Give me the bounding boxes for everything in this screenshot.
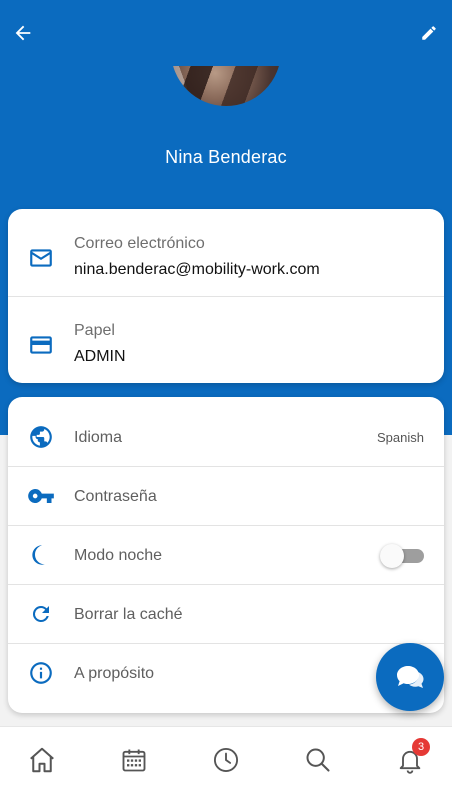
user-name: Nina Benderac: [165, 147, 287, 167]
envelope-icon: [26, 243, 56, 273]
nav-calendar[interactable]: [118, 744, 150, 776]
password-label: Contraseña: [74, 488, 157, 505]
notification-badge: 3: [412, 738, 430, 756]
clear-cache-row[interactable]: Borrar la caché: [8, 585, 444, 644]
clock-icon: [213, 747, 239, 773]
refresh-icon: [26, 599, 56, 629]
clear-cache-label: Borrar la caché: [74, 606, 183, 623]
pencil-icon: [422, 26, 436, 40]
chat-button[interactable]: [376, 643, 444, 711]
role-value: ADMIN: [74, 348, 126, 365]
back-button[interactable]: [8, 18, 38, 48]
language-label: Idioma: [74, 429, 123, 446]
email-label: Correo electrónico: [74, 235, 205, 252]
nav-history[interactable]: [210, 744, 242, 776]
password-row[interactable]: Contraseña: [8, 467, 444, 526]
role-row: Papel ADMIN: [8, 296, 444, 383]
about-label: A propósito: [74, 665, 155, 682]
night-mode-toggle[interactable]: [380, 544, 424, 568]
role-label: Papel: [74, 322, 115, 339]
arrow-left-icon: [15, 25, 31, 41]
moon-icon: [26, 540, 56, 570]
home-icon: [30, 747, 54, 773]
globe-icon: [26, 422, 56, 452]
bottom-navigation: 3: [0, 726, 452, 791]
info-icon: [26, 658, 56, 688]
avatar: [171, 66, 281, 106]
key-icon: [26, 481, 56, 511]
nav-home[interactable]: [26, 744, 58, 776]
nav-search[interactable]: [302, 744, 334, 776]
night-mode-row: Modo noche: [8, 526, 444, 585]
toggle-knob: [380, 544, 404, 568]
night-mode-label: Modo noche: [74, 547, 163, 564]
edit-profile-button[interactable]: [414, 18, 444, 48]
card-icon: [26, 330, 56, 360]
profile-info-card: Correo electrónico nina.benderac@mobilit…: [8, 209, 444, 383]
nav-notifications[interactable]: 3: [394, 738, 430, 776]
chat-bubble-icon: [397, 666, 424, 688]
language-value: Spanish: [377, 430, 424, 445]
email-row: Correo electrónico nina.benderac@mobilit…: [8, 209, 444, 296]
search-icon: [306, 748, 330, 772]
calendar-icon: [122, 749, 146, 772]
email-value: nina.benderac@mobility-work.com: [74, 261, 320, 278]
language-row[interactable]: Idioma Spanish: [8, 408, 444, 467]
